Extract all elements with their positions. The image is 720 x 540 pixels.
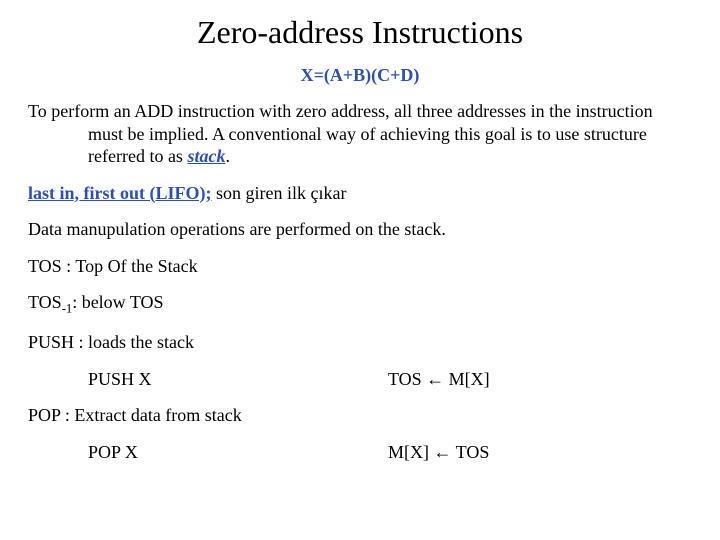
push-label: PUSH : loads the stack bbox=[28, 331, 692, 354]
tos-m1-b: : below TOS bbox=[72, 292, 163, 312]
tos-minus-1-line: TOS-1: below TOS bbox=[28, 291, 692, 317]
lifo-rest: son giren ilk çıkar bbox=[212, 183, 347, 203]
stack-word: stack bbox=[187, 146, 225, 166]
pop-x: POP X bbox=[28, 441, 388, 464]
pop-rhs: M[X] ← TOS bbox=[388, 441, 692, 464]
lifo-line: last in, first out (LIFO); son giren ilk… bbox=[28, 182, 692, 205]
tos-m1-sub: -1 bbox=[62, 302, 73, 316]
data-ops-line: Data manupulation operations are perform… bbox=[28, 218, 692, 241]
slide-title: Zero-address Instructions bbox=[28, 14, 692, 51]
tos-m1-a: TOS bbox=[28, 292, 62, 312]
push-x: PUSH X bbox=[28, 368, 388, 391]
tos-line: TOS : Top Of the Stack bbox=[28, 255, 692, 278]
formula: X=(A+B)(C+D) bbox=[28, 65, 692, 86]
pop-label: POP : Extract data from stack bbox=[28, 404, 692, 427]
description-paragraph: To perform an ADD instruction with zero … bbox=[28, 100, 692, 168]
slide: Zero-address Instructions X=(A+B)(C+D) T… bbox=[0, 0, 720, 491]
para1-text: To perform an ADD instruction with zero … bbox=[28, 101, 653, 166]
para1-period: . bbox=[225, 146, 230, 166]
lifo-head: last in, first out (LIFO); bbox=[28, 183, 212, 203]
push-row: PUSH X TOS ← M[X] bbox=[28, 368, 692, 391]
pop-row: POP X M[X] ← TOS bbox=[28, 441, 692, 464]
push-rhs: TOS ← M[X] bbox=[388, 368, 692, 391]
